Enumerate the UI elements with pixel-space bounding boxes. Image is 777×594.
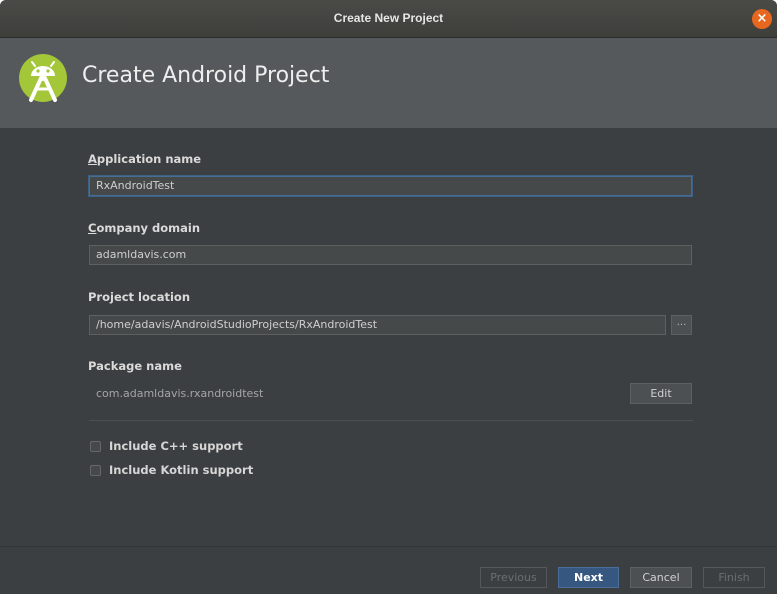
- close-icon: ×: [756, 11, 768, 26]
- mnemonic: A: [88, 152, 97, 166]
- include-kotlin-label[interactable]: Include Kotlin support: [109, 463, 253, 477]
- cancel-button[interactable]: Cancel: [630, 567, 692, 588]
- application-name-label: Application name: [88, 152, 202, 166]
- edit-package-button[interactable]: Edit: [630, 383, 692, 404]
- application-name-input[interactable]: RxAndroidTest: [89, 176, 692, 196]
- page-title: Create Android Project: [82, 63, 330, 88]
- project-location-label: Project location: [88, 290, 191, 304]
- dialog-content: Application name RxAndroidTest Company d…: [0, 128, 777, 546]
- finish-button[interactable]: Finish: [703, 567, 765, 588]
- project-location-input[interactable]: /home/adavis/AndroidStudioProjects/RxAnd…: [89, 315, 666, 335]
- next-button[interactable]: Next: [558, 567, 619, 588]
- title-bar[interactable]: Create New Project ×: [0, 0, 777, 38]
- include-cpp-label[interactable]: Include C++ support: [109, 439, 243, 453]
- browse-button[interactable]: ...: [671, 315, 692, 335]
- company-domain-input[interactable]: adamldavis.com: [89, 245, 692, 265]
- close-button[interactable]: ×: [752, 9, 772, 29]
- include-cpp-checkbox[interactable]: [90, 441, 101, 452]
- package-name-label: Package name: [88, 359, 182, 373]
- create-project-dialog: Create New Project × Create Android Proj…: [0, 0, 777, 594]
- divider: [89, 420, 693, 421]
- window-title: Create New Project: [333, 11, 444, 25]
- include-kotlin-checkbox[interactable]: [90, 465, 101, 476]
- android-studio-icon: [17, 52, 69, 104]
- package-name-value: com.adamldavis.rxandroidtest: [96, 387, 264, 400]
- previous-button[interactable]: Previous: [480, 567, 547, 588]
- dialog-footer: Previous Next Cancel Finish: [0, 546, 777, 594]
- company-domain-label: Company domain: [88, 221, 201, 235]
- dialog-header: Create Android Project: [0, 38, 777, 128]
